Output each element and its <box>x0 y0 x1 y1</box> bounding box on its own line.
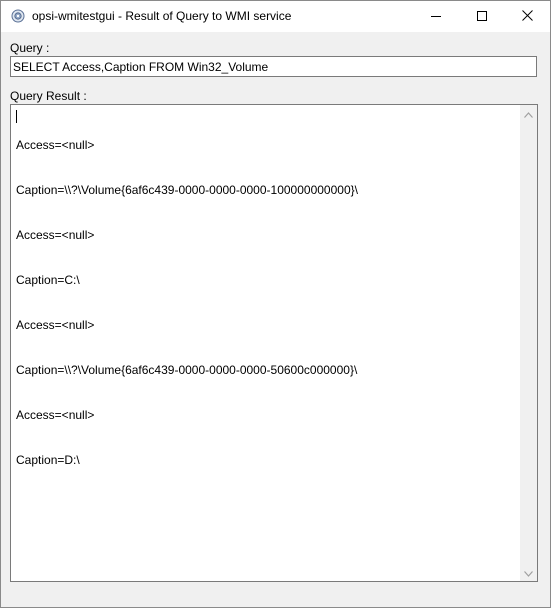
minimize-icon <box>431 8 441 26</box>
query-result-label: Query Result : <box>10 89 87 103</box>
chevron-down-icon <box>524 564 533 582</box>
query-result-text: Access=<null> Caption=\\?\Volume{6af6c43… <box>16 108 517 498</box>
result-line: Access=<null> <box>16 228 95 242</box>
vertical-scrollbar[interactable] <box>520 105 537 581</box>
result-line: Access=<null> <box>16 408 95 422</box>
close-button[interactable] <box>504 1 550 32</box>
close-icon <box>521 8 533 26</box>
query-label: Query : <box>10 41 50 55</box>
scroll-up-button[interactable] <box>520 105 537 122</box>
opsi-app-icon[interactable] <box>11 9 25 23</box>
result-line: Caption=C:\ <box>16 273 80 287</box>
result-line: Caption=D:\ <box>16 453 80 467</box>
main-window: opsi-wmitestgui - Result of Query to WMI… <box>0 0 551 608</box>
window-title: opsi-wmitestgui - Result of Query to WMI… <box>32 9 292 23</box>
result-line: Caption=\\?\Volume{6af6c439-0000-0000-00… <box>16 363 358 377</box>
minimize-button[interactable] <box>413 1 459 32</box>
scroll-down-button[interactable] <box>520 564 537 581</box>
query-result-textarea[interactable]: Access=<null> Caption=\\?\Volume{6af6c43… <box>10 104 538 582</box>
maximize-icon <box>477 8 487 26</box>
result-line: Caption=\\?\Volume{6af6c439-0000-0000-00… <box>16 183 358 197</box>
chevron-up-icon <box>524 105 533 123</box>
result-line: Access=<null> <box>16 138 95 152</box>
maximize-button[interactable] <box>459 1 505 32</box>
result-line: Access=<null> <box>16 318 95 332</box>
title-bar[interactable]: opsi-wmitestgui - Result of Query to WMI… <box>1 1 550 32</box>
query-input[interactable] <box>10 56 537 77</box>
